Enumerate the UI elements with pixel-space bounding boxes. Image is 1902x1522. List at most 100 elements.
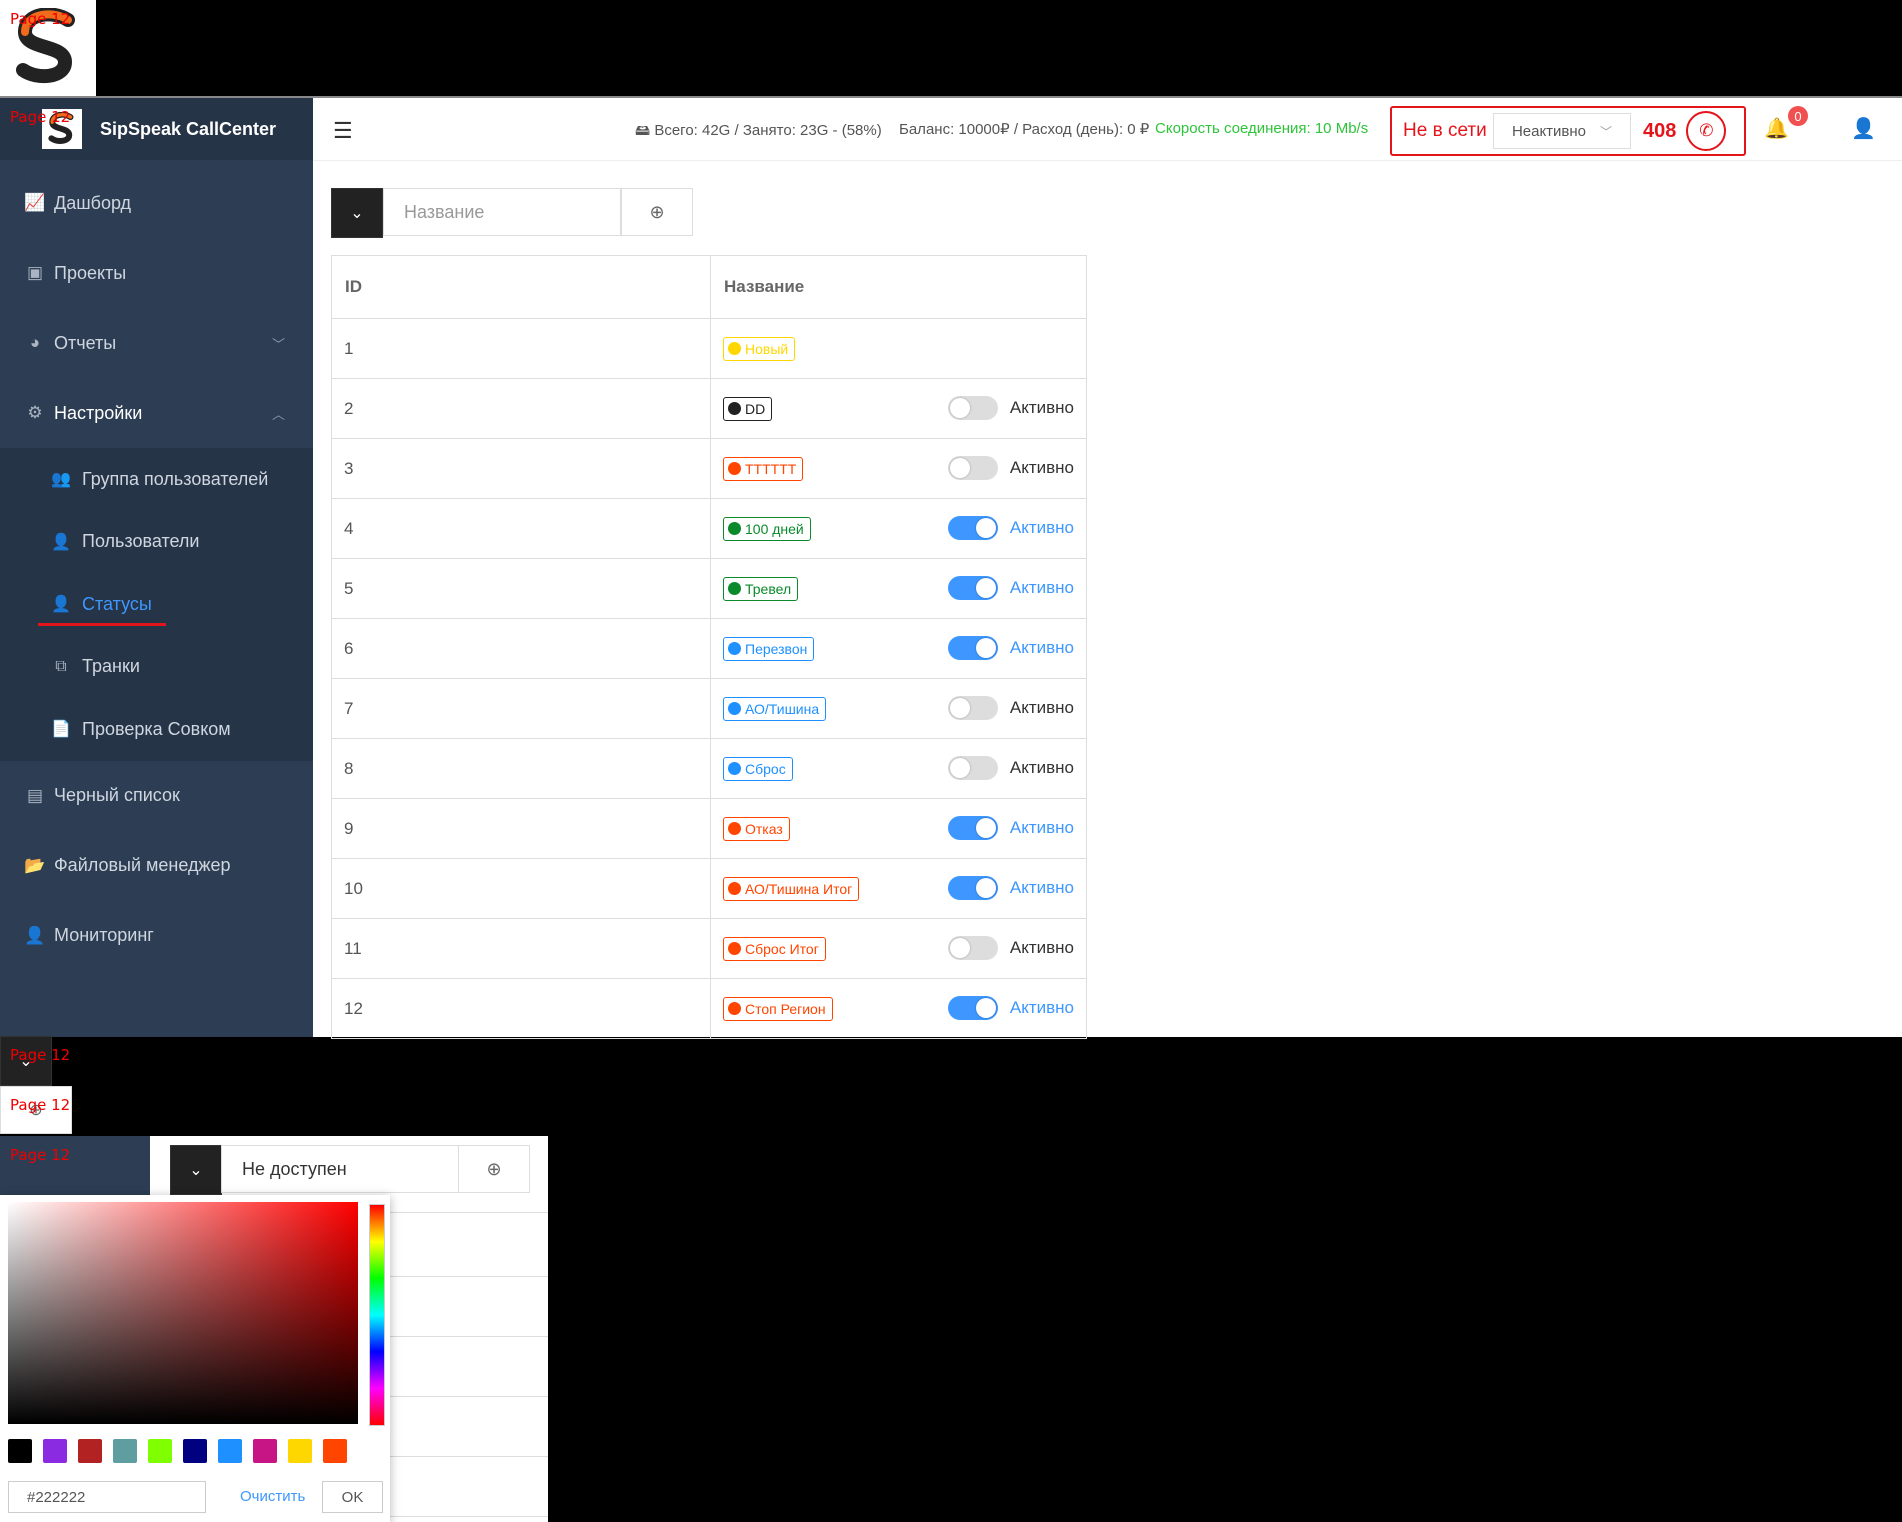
user-edit-icon: 👤 <box>51 596 71 614</box>
color-swatch[interactable] <box>183 1439 207 1463</box>
submenu-item-user-groups[interactable]: 👥 Группа пользователей <box>0 448 313 511</box>
status-badge: 100 дней <box>723 516 811 541</box>
active-toggle[interactable] <box>947 816 998 840</box>
offline-status: Не в сети <box>1403 120 1487 141</box>
color-swatch[interactable] <box>78 1439 102 1463</box>
table-row-divider <box>390 1516 548 1517</box>
active-toggle[interactable] <box>947 876 998 900</box>
color-picker-toggle[interactable]: ⌄ <box>331 188 383 238</box>
active-toggle[interactable] <box>947 636 998 660</box>
page-tag: Page 12 <box>10 1146 71 1164</box>
table-row: 4 100 дней Активно <box>331 498 1087 559</box>
color-picker-panel: #222222 Очистить OK <box>0 1195 390 1522</box>
table-row-divider <box>390 1276 548 1277</box>
page-tag: Page 12 <box>10 1046 71 1064</box>
sidebar-item-monitoring[interactable]: 👤 Мониторинг <box>0 901 313 971</box>
sidebar: SipSpeak CallCenter 📈 Дашборд ▣ Проекты … <box>0 98 313 1037</box>
active-toggle[interactable] <box>947 576 998 600</box>
color-swatch[interactable] <box>323 1439 347 1463</box>
submenu-item-statuses[interactable]: 👤 Статусы <box>0 573 313 636</box>
chevron-down-icon: ﹀ <box>1600 124 1613 139</box>
status-name: Перезвон <box>745 640 808 657</box>
active-toggle[interactable] <box>947 516 998 540</box>
ok-button[interactable]: OK <box>322 1481 383 1513</box>
color-swatch[interactable] <box>253 1439 277 1463</box>
table-row: 9 Отказ Активно <box>331 798 1087 859</box>
bell-icon[interactable]: 🔔 <box>1764 116 1789 141</box>
active-toggle[interactable] <box>947 996 998 1020</box>
clear-button[interactable]: Очистить <box>240 1488 305 1505</box>
toggle-label: Активно <box>1009 938 1074 957</box>
color-swatch[interactable] <box>8 1439 32 1463</box>
status-name: АО/Тишина Итог <box>745 880 853 897</box>
sidebar-item-blacklist[interactable]: ▤ Черный список <box>0 761 313 831</box>
color-swatch[interactable] <box>288 1439 312 1463</box>
color-swatch[interactable] <box>218 1439 242 1463</box>
color-dot-icon <box>728 642 741 655</box>
cell-name: Отказ Активно <box>710 798 1087 859</box>
submenu-item-users[interactable]: 👤 Пользователи <box>0 511 313 574</box>
sidebar-item-file-manager[interactable]: 📂 Файловый менеджер <box>0 831 313 901</box>
status-badge: Сброс <box>723 756 793 781</box>
color-picker-toggle[interactable]: ⌄ <box>170 1145 222 1195</box>
submenu-item-label: Проверка Совком <box>82 718 231 739</box>
active-toggle[interactable] <box>947 456 998 480</box>
submenu-item-label: Группа пользователей <box>82 468 269 489</box>
active-toggle-group: Активно <box>947 576 1074 600</box>
color-dot-icon <box>728 1002 741 1015</box>
cell-name: Перезвон Активно <box>710 618 1087 679</box>
sidebar-item-settings[interactable]: ⚙ Настройки ︿ <box>0 378 313 448</box>
page-tag: Page 12 <box>10 108 71 126</box>
name-input[interactable]: Название <box>383 188 621 236</box>
user-avatar-icon[interactable]: 👤 <box>1851 116 1876 141</box>
name-input[interactable]: Не доступен <box>221 1145 459 1193</box>
plus-circle-icon: ⊕ <box>486 1158 502 1179</box>
phone-icon[interactable]: ✆ <box>1686 111 1727 151</box>
color-swatch[interactable] <box>148 1439 172 1463</box>
toggle-knob <box>975 518 996 538</box>
status-badge: АО/Тишина Итог <box>723 876 860 901</box>
active-toggle[interactable] <box>947 936 998 960</box>
color-dot-icon <box>728 702 741 715</box>
toggle-knob <box>975 878 996 898</box>
color-dot-icon <box>728 462 741 475</box>
color-swatch[interactable] <box>113 1439 137 1463</box>
toggle-knob <box>975 818 996 838</box>
add-status-button[interactable]: ⊕ <box>621 188 693 236</box>
storage-info: 🖴 Всего: 42G / Занято: 23G - (58%) <box>635 120 882 145</box>
table-row-divider <box>390 1212 548 1213</box>
table-row: 11 Сброс Итог Активно <box>331 918 1087 979</box>
cell-id: 4 <box>331 498 711 559</box>
submenu-item-sovcom-check[interactable]: 📄 Проверка Совком <box>0 698 313 761</box>
saturation-panel[interactable] <box>8 1202 358 1424</box>
status-badge: DD <box>723 396 773 421</box>
status-badge: Отказ <box>723 816 790 841</box>
active-toggle[interactable] <box>947 696 998 720</box>
table-row: 6 Перезвон Активно <box>331 618 1087 679</box>
file-export-icon: 📄 <box>51 721 71 739</box>
status-badge: АО/Тишина <box>723 696 827 721</box>
add-status-button[interactable]: ⊕ <box>458 1145 530 1193</box>
header: ☰ 🖴 Всего: 42G / Занято: 23G - (58%) Бал… <box>313 98 1902 161</box>
active-toggle[interactable] <box>947 396 998 420</box>
storage-text: Всего: 42G / Занято: 23G - (58%) <box>654 122 882 139</box>
table-row: 7 АО/Тишина Активно <box>331 678 1087 739</box>
sidebar-item-dashboard[interactable]: 📈 Дашборд <box>0 168 313 238</box>
hue-slider[interactable] <box>369 1204 385 1426</box>
page-tag: Page 12 <box>10 1096 71 1114</box>
column-header-id: ID <box>331 255 711 319</box>
status-name: TTTTTT <box>745 460 797 477</box>
submenu-item-trunks[interactable]: ⧉ Транки <box>0 636 313 699</box>
state-select[interactable]: Неактивно ﹀ <box>1493 113 1631 149</box>
sidebar-item-projects[interactable]: ▣ Проекты <box>0 238 313 308</box>
cell-name: 100 дней Активно <box>710 498 1087 559</box>
gear-icon: ⚙ <box>27 403 43 422</box>
table-row: 10 АО/Тишина Итог Активно <box>331 858 1087 919</box>
active-toggle[interactable] <box>947 756 998 780</box>
menu-toggle-icon[interactable]: ☰ <box>333 118 353 144</box>
color-swatch[interactable] <box>43 1439 67 1463</box>
connection-speed: Скорость соединения: 10 Mb/s <box>1155 120 1369 137</box>
cell-name: Стоп Регион Активно <box>710 978 1087 1039</box>
hex-input[interactable]: #222222 <box>8 1481 206 1513</box>
sidebar-item-reports[interactable]: ◕ Отчеты ﹀ <box>0 308 313 378</box>
